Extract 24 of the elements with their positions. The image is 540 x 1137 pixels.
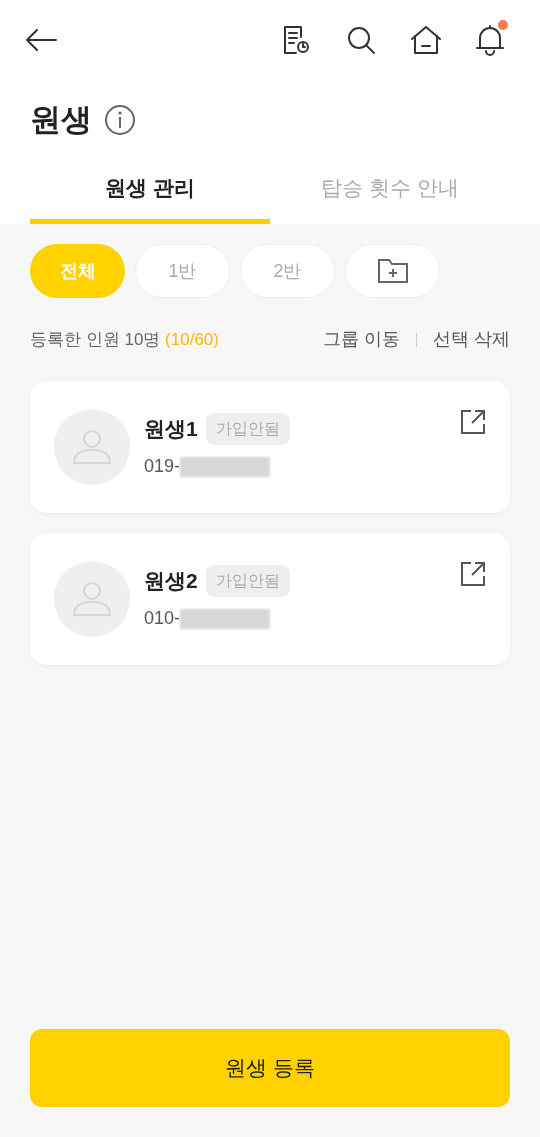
status-tag: 가입안됨 (205, 565, 290, 597)
student-name: 원생1 (144, 416, 198, 443)
page-title: 원생 (30, 100, 92, 139)
registered-count: 등록한 인원 10명 (10/60) (30, 328, 219, 351)
action-link[interactable]: 그룹 이동 (322, 326, 400, 353)
register-button[interactable]: 원생 등록 (30, 1029, 510, 1107)
search-icon[interactable] (346, 25, 376, 55)
external-link-icon[interactable] (460, 561, 486, 587)
phone-number: 010- (144, 607, 181, 630)
student-card[interactable]: 원생2 가입안됨 010- (30, 533, 510, 665)
folder-plus-icon (376, 258, 409, 284)
info-icon[interactable] (104, 104, 136, 136)
student-name: 원생2 (144, 568, 198, 595)
external-link-icon[interactable] (460, 409, 486, 435)
student-card[interactable]: 원생1 가입안됨 019- (30, 381, 510, 513)
home-icon[interactable] (410, 25, 442, 55)
avatar-icon (54, 561, 130, 637)
tab[interactable]: 원생 관리 (30, 160, 270, 224)
action-link[interactable]: 선택 삭제 (433, 326, 510, 353)
status-tag: 가입안됨 (205, 413, 290, 445)
back-arrow-icon[interactable] (24, 28, 58, 52)
avatar-icon (54, 409, 130, 485)
bell-icon[interactable] (476, 24, 504, 56)
phone-number: 019- (144, 455, 181, 478)
